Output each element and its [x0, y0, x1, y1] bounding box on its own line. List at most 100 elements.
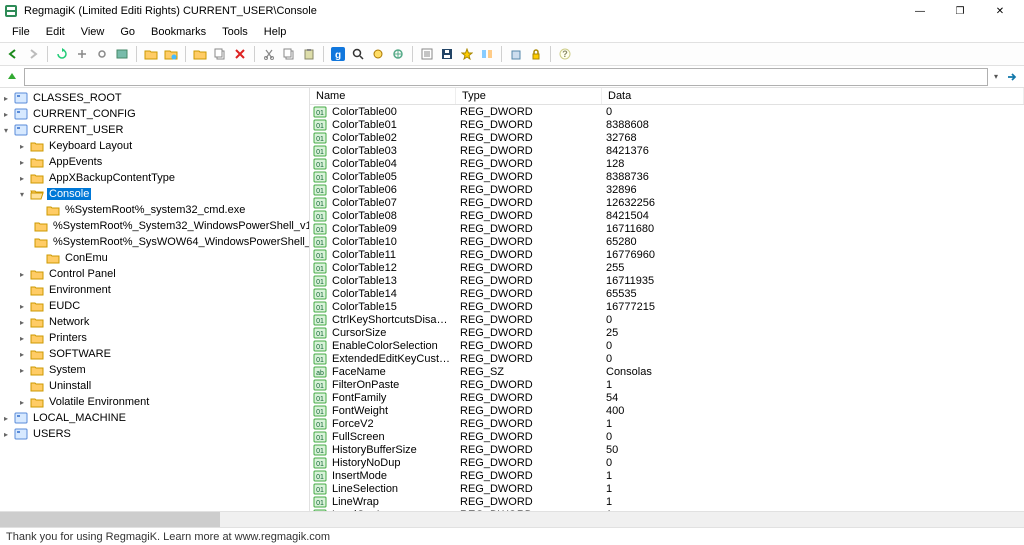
help-button[interactable]: ?	[556, 45, 574, 63]
horizontal-scrollbar[interactable]	[0, 511, 1024, 527]
refresh-button[interactable]	[53, 45, 71, 63]
tree-node-label[interactable]: CURRENT_USER	[31, 124, 125, 136]
expand-icon[interactable]: ▸	[16, 364, 28, 376]
save-button[interactable]	[438, 45, 456, 63]
export-button[interactable]	[73, 45, 91, 63]
expand-icon[interactable]: ▸	[16, 396, 28, 408]
value-row[interactable]: 01FilterOnPasteREG_DWORD1	[310, 378, 1024, 391]
tree-node-label[interactable]: Printers	[47, 332, 89, 344]
expand-icon[interactable]: ▸	[16, 140, 28, 152]
tree-node-label[interactable]: %SystemRoot%_System32_WindowsPowerShell_…	[51, 220, 310, 232]
registry-tree[interactable]: ▸CLASSES_ROOT▸CURRENT_CONFIG▾CURRENT_USE…	[0, 90, 309, 442]
tree-node[interactable]: ▾ CURRENT_USER	[0, 122, 309, 138]
expand-icon[interactable]: ▸	[16, 156, 28, 168]
value-row[interactable]: 01ColorTable13REG_DWORD16711935	[310, 274, 1024, 287]
filter-button[interactable]	[369, 45, 387, 63]
address-dropdown-icon[interactable]: ▾	[992, 72, 1000, 81]
paste-button[interactable]	[300, 45, 318, 63]
expand-icon[interactable]: ▸	[0, 108, 12, 120]
up-button[interactable]	[4, 69, 20, 85]
tree-node[interactable]: %SystemRoot%_System32_WindowsPowerShell_…	[32, 218, 309, 234]
tree-node-label[interactable]: SOFTWARE	[47, 348, 113, 360]
compare-button[interactable]	[478, 45, 496, 63]
value-row[interactable]: 01ColorTable15REG_DWORD16777215	[310, 300, 1024, 313]
perm-button[interactable]	[507, 45, 525, 63]
settings-button[interactable]	[93, 45, 111, 63]
tree-node[interactable]: ▸ LOCAL_MACHINE	[0, 410, 309, 426]
tree-node[interactable]: ▸ AppXBackupContentType	[16, 170, 309, 186]
tree-node[interactable]: %SystemRoot%_system32_cmd.exe	[32, 202, 309, 218]
copy-button[interactable]	[211, 45, 229, 63]
tree-node-label[interactable]: Volatile Environment	[47, 396, 151, 408]
folder1-button[interactable]	[142, 45, 160, 63]
tree-node[interactable]: Uninstall	[16, 378, 309, 394]
value-row[interactable]: 01ColorTable10REG_DWORD65280	[310, 235, 1024, 248]
back-button[interactable]	[4, 45, 22, 63]
tree-node-label[interactable]: %SystemRoot%_SysWOW64_WindowsPowerShell_…	[51, 236, 310, 248]
tree-node-label[interactable]: Keyboard Layout	[47, 140, 134, 152]
value-row[interactable]: 01ColorTable06REG_DWORD32896	[310, 183, 1024, 196]
tree-node-label[interactable]: AppEvents	[47, 156, 104, 168]
expand-icon[interactable]: ▸	[16, 268, 28, 280]
tree-node[interactable]: ▸Network	[16, 314, 309, 330]
fav-button[interactable]	[458, 45, 476, 63]
menu-edit[interactable]: Edit	[38, 24, 73, 40]
tree-node[interactable]: ▸CURRENT_CONFIG	[0, 106, 309, 122]
value-row[interactable]: abFaceNameREG_SZConsolas	[310, 365, 1024, 378]
tree-node[interactable]: ▸ System	[16, 362, 309, 378]
list-pane[interactable]: Name Type Data 01ColorTable00REG_DWORD00…	[310, 88, 1024, 511]
value-row[interactable]: 01InsertModeREG_DWORD1	[310, 469, 1024, 482]
expand-icon[interactable]: ▸	[0, 428, 12, 440]
tree-node[interactable]: ▸ AppEvents	[16, 154, 309, 170]
folder2-button[interactable]	[162, 45, 180, 63]
value-row[interactable]: 01ColorTable03REG_DWORD8421376	[310, 144, 1024, 157]
tree-node-label[interactable]: System	[47, 364, 88, 376]
cut-button[interactable]	[260, 45, 278, 63]
value-row[interactable]: 01HistoryBufferSizeREG_DWORD50	[310, 443, 1024, 456]
search-web-button[interactable]: g	[329, 45, 347, 63]
menu-file[interactable]: File	[4, 24, 38, 40]
tree-node-label[interactable]: %SystemRoot%_system32_cmd.exe	[63, 204, 247, 216]
close-button[interactable]: ✕	[980, 0, 1020, 22]
expand-icon[interactable]: ▸	[16, 172, 28, 184]
tree-node[interactable]: Environment	[16, 282, 309, 298]
value-row[interactable]: 01ColorTable12REG_DWORD255	[310, 261, 1024, 274]
value-row[interactable]: 01ColorTable02REG_DWORD32768	[310, 131, 1024, 144]
lock-button[interactable]	[527, 45, 545, 63]
menu-bookmarks[interactable]: Bookmarks	[143, 24, 214, 40]
tree-node-label[interactable]: Environment	[47, 284, 113, 296]
tree-node[interactable]: ▸Control Panel	[16, 266, 309, 282]
scrollbar-thumb[interactable]	[0, 512, 220, 527]
tree-node-label[interactable]: USERS	[31, 428, 73, 440]
value-row[interactable]: 01ColorTable14REG_DWORD65535	[310, 287, 1024, 300]
column-data[interactable]: Data	[602, 88, 1024, 104]
value-row[interactable]: 01HistoryNoDupREG_DWORD0	[310, 456, 1024, 469]
expand-icon[interactable]: ▸	[0, 412, 12, 424]
go-button[interactable]	[1004, 69, 1020, 85]
maximize-button[interactable]: ❐	[940, 0, 980, 22]
tree-node-label[interactable]: Network	[47, 316, 91, 328]
tree-node-label[interactable]: Console	[47, 188, 91, 200]
value-row[interactable]: 01ColorTable04REG_DWORD128	[310, 157, 1024, 170]
tree-node-label[interactable]: ConEmu	[63, 252, 110, 264]
reg-button[interactable]	[113, 45, 131, 63]
tree-node-label[interactable]: AppXBackupContentType	[47, 172, 177, 184]
collapse-icon[interactable]: ▾	[16, 188, 28, 200]
tree-pane[interactable]: ▸CLASSES_ROOT▸CURRENT_CONFIG▾CURRENT_USE…	[0, 88, 310, 511]
value-row[interactable]: 01FullScreenREG_DWORD0	[310, 430, 1024, 443]
copy2-button[interactable]	[280, 45, 298, 63]
value-row[interactable]: 01ColorTable01REG_DWORD8388608	[310, 118, 1024, 131]
value-row[interactable]: 01ColorTable08REG_DWORD8421504	[310, 209, 1024, 222]
address-input[interactable]	[24, 68, 988, 86]
tree-node-label[interactable]: Uninstall	[47, 380, 93, 392]
column-name[interactable]: Name	[310, 88, 456, 104]
connect-button[interactable]	[389, 45, 407, 63]
tree-node-label[interactable]: LOCAL_MACHINE	[31, 412, 128, 424]
value-row[interactable]: 01LineSelectionREG_DWORD1	[310, 482, 1024, 495]
tree-node[interactable]: ▸SOFTWARE	[16, 346, 309, 362]
collapse-icon[interactable]: ▾	[0, 124, 12, 136]
menu-help[interactable]: Help	[256, 24, 295, 40]
value-row[interactable]: 01ColorTable00REG_DWORD0	[310, 105, 1024, 118]
value-row[interactable]: 01CursorSizeREG_DWORD25	[310, 326, 1024, 339]
tree-node[interactable]: ▸ Volatile Environment	[16, 394, 309, 410]
